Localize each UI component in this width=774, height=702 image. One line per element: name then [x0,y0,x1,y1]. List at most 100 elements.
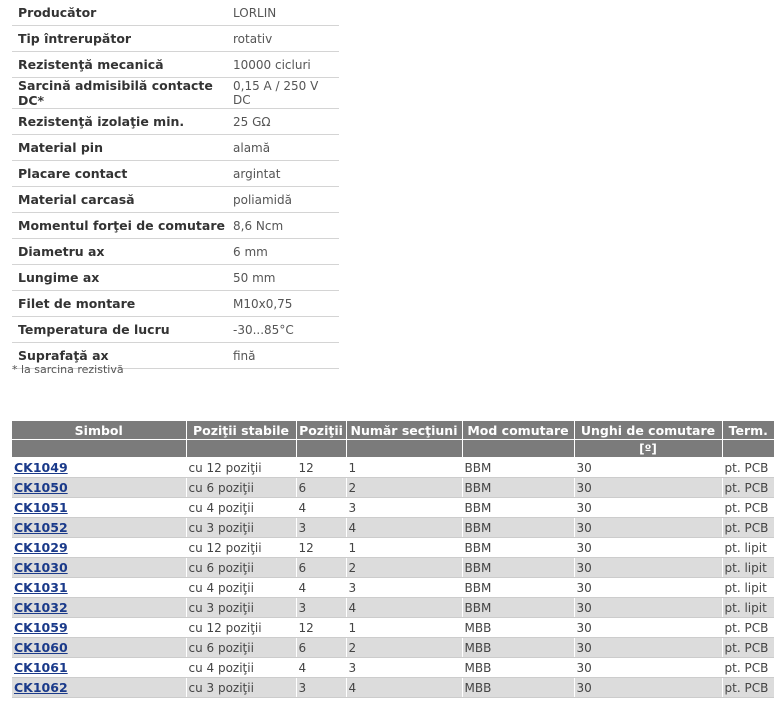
spec-row: Placare contact argintat [12,160,339,187]
cell-symbol: CK1052 [12,517,187,538]
product-link[interactable]: CK1029 [14,540,68,555]
products-table: Simbol Poziţii stabile Poziţii Număr sec… [12,421,774,698]
table-row: CK1030 cu 6 poziţii 6 2 BBM 30 pt. lipit [12,557,774,578]
cell-positions: 4 [296,657,347,678]
col-header-positions[interactable]: Poziţii [296,421,347,440]
cell-terminal: pt. lipit [722,577,774,598]
spec-key: Placare contact [12,160,229,187]
cell-symbol: CK1031 [12,577,187,598]
specifications-table: Producător LORLIN Tip întrerupător rotativ R… [12,0,339,369]
cell-switching-angle: 30 [574,557,723,578]
product-link[interactable]: CK1030 [14,560,68,575]
cell-terminal: pt. lipit [722,537,774,558]
product-link[interactable]: CK1032 [14,600,68,615]
product-link[interactable]: CK1061 [14,660,68,675]
cell-symbol: CK1062 [12,677,187,698]
cell-switching-mode: BBM [462,497,575,518]
cell-switching-mode: BBM [462,517,575,538]
spec-value: -30...85°C [228,316,339,343]
cell-terminal: pt. PCB [722,517,774,538]
cell-sections: 4 [346,597,463,618]
spec-key: Material carcasă [12,186,229,213]
cell-sections: 2 [346,637,463,658]
product-link[interactable]: CK1049 [14,460,68,475]
spec-key: Sarcină admisibilă contacte DC* [12,77,229,109]
cell-switching-mode: MBB [462,617,575,638]
cell-switching-angle: 30 [574,597,723,618]
cell-stable-positions: cu 12 poziţii [186,617,297,638]
unit-row: [º] [12,439,774,458]
col-header-stable-positions[interactable]: Poziţii stabile [186,421,297,440]
table-row: CK1050 cu 6 poziţii 6 2 BBM 30 pt. PCB [12,477,774,498]
col-header-terminal[interactable]: Term. [722,421,774,440]
product-link[interactable]: CK1059 [14,620,68,635]
cell-switching-angle: 30 [574,637,723,658]
cell-symbol: CK1032 [12,597,187,618]
header-row: Simbol Poziţii stabile Poziţii Număr sec… [12,421,774,440]
spec-row: Filet de montare M10x0,75 [12,290,339,317]
cell-symbol: CK1059 [12,617,187,638]
cell-terminal: pt. PCB [722,477,774,498]
cell-symbol: CK1030 [12,557,187,578]
spec-row: Sarcină admisibilă contacte DC* 0,15 A / … [12,77,339,109]
spec-key: Diametru ax [12,238,229,265]
spec-row: Rezistenţă izolaţie min. 25 GΩ [12,108,339,135]
table-row: CK1051 cu 4 poziţii 4 3 BBM 30 pt. PCB [12,497,774,518]
cell-positions: 3 [296,517,347,538]
spec-key: Filet de montare [12,290,229,317]
cell-switching-mode: BBM [462,577,575,598]
table-row: CK1062 cu 3 poziţii 3 4 MBB 30 pt. PCB [12,677,774,698]
spec-value: LORLIN [228,0,339,26]
cell-symbol: CK1049 [12,457,187,478]
cell-positions: 4 [296,497,347,518]
col-header-symbol[interactable]: Simbol [12,421,187,440]
product-link[interactable]: CK1050 [14,480,68,495]
spec-value: 6 mm [228,238,339,265]
cell-stable-positions: cu 3 poziţii [186,677,297,698]
cell-sections: 2 [346,477,463,498]
spec-key: Momentul forţei de comutare [12,212,229,239]
product-link[interactable]: CK1052 [14,520,68,535]
spec-row: Material pin alamă [12,134,339,161]
cell-stable-positions: cu 6 poziţii [186,637,297,658]
cell-terminal: pt. PCB [722,617,774,638]
unit-cell-empty [462,439,575,458]
spec-value: 8,6 Ncm [228,212,339,239]
table-row: CK1061 cu 4 poziţii 4 3 MBB 30 pt. PCB [12,657,774,678]
cell-terminal: pt. PCB [722,677,774,698]
product-link[interactable]: CK1060 [14,640,68,655]
spec-key: Lungime ax [12,264,229,291]
cell-positions: 4 [296,577,347,598]
spec-row: Tip întrerupător rotativ [12,25,339,52]
unit-cell-empty [12,439,187,458]
cell-switching-angle: 30 [574,457,723,478]
unit-cell-empty [296,439,347,458]
cell-sections: 4 [346,677,463,698]
spec-key: Tip întrerupător [12,25,229,52]
spec-value: alamă [228,134,339,161]
cell-positions: 6 [296,637,347,658]
spec-value: 50 mm [228,264,339,291]
col-header-switching-angle[interactable]: Unghi de comutare [574,421,723,440]
col-header-switching-mode[interactable]: Mod comutare [462,421,575,440]
product-link[interactable]: CK1062 [14,680,68,695]
spec-value: rotativ [228,25,339,52]
spec-key: Rezistenţă izolaţie min. [12,108,229,135]
cell-positions: 3 [296,597,347,618]
cell-positions: 6 [296,477,347,498]
product-link[interactable]: CK1051 [14,500,68,515]
cell-switching-mode: BBM [462,457,575,478]
cell-sections: 3 [346,577,463,598]
spec-value: fină [228,342,339,369]
product-link[interactable]: CK1031 [14,580,68,595]
spec-value: 25 GΩ [228,108,339,135]
cell-terminal: pt. PCB [722,637,774,658]
spec-key: Material pin [12,134,229,161]
table-row: CK1029 cu 12 poziţii 12 1 BBM 30 pt. lipit [12,537,774,558]
col-header-sections[interactable]: Număr secţiuni [346,421,463,440]
spec-row: Producător LORLIN [12,0,339,26]
table-row: CK1031 cu 4 poziţii 4 3 BBM 30 pt. lipit [12,577,774,598]
spec-key: Temperatura de lucru [12,316,229,343]
cell-stable-positions: cu 3 poziţii [186,517,297,538]
spec-key: Rezistenţă mecanică [12,51,229,78]
